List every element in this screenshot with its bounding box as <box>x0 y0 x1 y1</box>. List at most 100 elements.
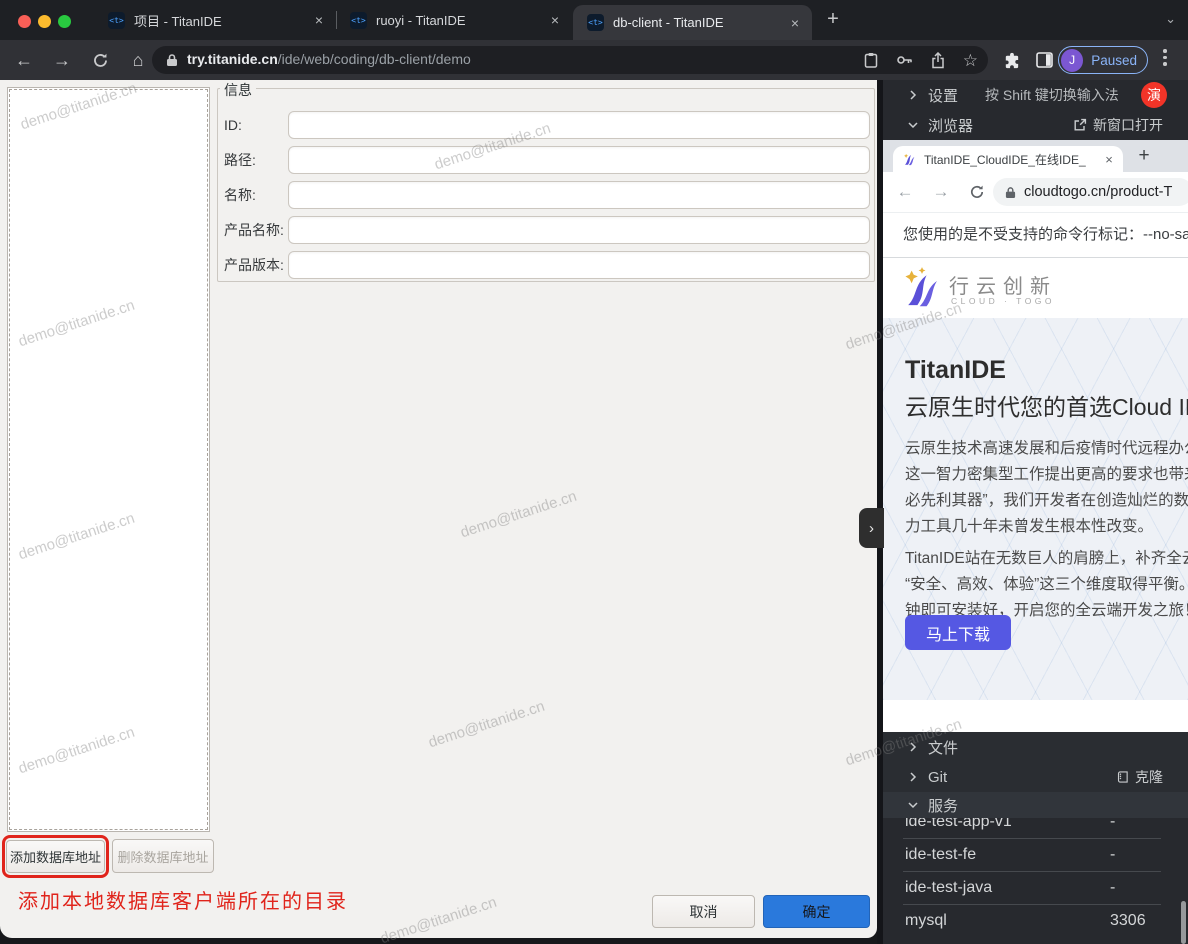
page-bottom-strip <box>883 700 1188 732</box>
page-subtitle: 云原生时代您的首选Cloud IDE <box>905 388 1188 422</box>
back-icon[interactable]: ← <box>891 172 919 212</box>
forward-icon[interactable]: → <box>927 172 955 212</box>
services-section-row[interactable]: 服务 <box>883 792 1188 818</box>
cloudtogo-logo <box>899 266 945 312</box>
repo-icon <box>1116 770 1129 784</box>
panel-scrollbar-thumb[interactable] <box>1181 901 1186 944</box>
maximize-window-button[interactable] <box>58 15 71 28</box>
url-host: try.titanide.cn <box>187 51 278 67</box>
tab-project[interactable]: <t> 项目 - TitanIDE × <box>96 0 334 40</box>
browser-tabstrip: <t> 项目 - TitanIDE × <t> ruoyi - TitanIDE… <box>0 0 1188 40</box>
id-input[interactable] <box>288 111 870 139</box>
tab-db-client-active[interactable]: <t> db-client - TitanIDE × <box>573 5 812 40</box>
download-button[interactable]: 马上下载 <box>905 615 1011 650</box>
chevron-right-icon <box>907 741 919 753</box>
cancel-button[interactable]: 取消 <box>652 895 755 928</box>
bookmark-star-icon[interactable]: ☆ <box>963 52 978 69</box>
delete-database-address-button[interactable]: 删除数据库地址 <box>112 839 214 873</box>
product-name-input[interactable] <box>288 216 870 244</box>
page-paragraph-2: TitanIDE站在无数巨人的肩膀上，补齐全云端开 “安全、高效、体验”这三个维… <box>905 546 1188 624</box>
lock-icon <box>1005 186 1016 199</box>
titanide-favicon: <t> <box>350 12 367 29</box>
product-version-input[interactable] <box>288 251 870 279</box>
brand-subtitle: CLOUD · TOGO <box>951 296 1055 306</box>
git-section-row[interactable]: Git 克隆 <box>883 762 1188 792</box>
db-client-window: 信息 ID: 路径: 名称: 产品名称: 产品版本: 添加数据库地址 <box>0 80 877 938</box>
page-title: TitanIDE <box>905 356 1006 385</box>
tab-title: 项目 - TitanIDE <box>134 11 310 30</box>
address-bar[interactable]: try.titanide.cn/ide/web/coding/db-client… <box>152 46 988 74</box>
embedded-tab[interactable]: TitanIDE_CloudIDE_在线IDE_ × <box>893 146 1123 172</box>
services-list: ide-test-app-v1 - ide-test-fe - ide-test… <box>883 806 1188 944</box>
ime-hint: 按 Shift 键切换输入法 <box>985 85 1119 105</box>
browser-menu-icon[interactable] <box>1161 49 1169 66</box>
titanide-favicon: <t> <box>587 14 604 31</box>
name-label: 名称: <box>224 181 256 209</box>
info-legend: 信息 <box>220 80 256 100</box>
profile-chip[interactable]: J Paused <box>1058 46 1148 74</box>
files-label: 文件 <box>928 737 958 758</box>
tab-ruoyi[interactable]: <t> ruoyi - TitanIDE × <box>340 0 570 40</box>
collapse-panel-handle[interactable]: › <box>859 508 884 548</box>
lock-icon <box>166 53 178 67</box>
embedded-new-tab-button[interactable]: + <box>1131 143 1157 169</box>
browser-toolbar: ← → ⌂ try.titanide.cn/ide/web/coding/db-… <box>0 40 1188 80</box>
tab-close-icon[interactable]: × <box>546 12 564 28</box>
tab-title: ruoyi - TitanIDE <box>376 13 546 28</box>
cloudtogo-favicon <box>902 152 917 167</box>
share-icon[interactable] <box>931 52 945 69</box>
git-clone-button[interactable]: 克隆 <box>1116 767 1163 787</box>
open-new-window-button[interactable]: 新窗口打开 <box>1073 115 1163 135</box>
database-address-list[interactable] <box>7 87 210 832</box>
profile-status: Paused <box>1091 53 1137 68</box>
reload-icon[interactable] <box>963 172 991 212</box>
cloudtogo-page: 行云创新 CLOUD · TOGO TitanIDE 云原生时代您的首选Clou… <box>883 258 1188 700</box>
id-label: ID: <box>224 111 242 139</box>
minimize-window-button[interactable] <box>38 15 51 28</box>
tab-close-icon[interactable]: × <box>786 15 804 31</box>
clipboard-icon[interactable] <box>864 52 878 68</box>
avatar: J <box>1061 49 1083 72</box>
files-section-row[interactable]: 文件 <box>883 732 1188 762</box>
info-fieldset: 信息 ID: 路径: 名称: 产品名称: 产品版本: <box>217 88 875 282</box>
reload-icon[interactable] <box>85 40 115 80</box>
tab-overview-chevron-icon[interactable]: ⌄ <box>1165 11 1176 27</box>
page-body: TitanIDE 云原生时代您的首选Cloud IDE 云原生技术高速发展和后疫… <box>883 318 1188 700</box>
tab-close-icon[interactable]: × <box>310 12 328 28</box>
services-label: 服务 <box>928 795 958 816</box>
side-panel-icon[interactable] <box>1029 40 1059 80</box>
new-tab-button[interactable]: + <box>821 8 845 32</box>
page-paragraph-1: 云原生技术高速发展和后疫情时代远程办公等新 这一智力密集型工作提出更高的要求也带… <box>905 436 1188 540</box>
annotation-highlight-rect <box>2 835 109 878</box>
embedded-tab-close-icon[interactable]: × <box>1101 152 1117 167</box>
extensions-puzzle-icon[interactable] <box>996 40 1026 80</box>
brand-name: 行云创新 <box>949 270 1057 299</box>
service-row[interactable]: ide-test-java - <box>883 872 1188 905</box>
embedded-tabstrip: TitanIDE_CloudIDE_在线IDE_ × + <box>883 140 1188 172</box>
embedded-toolbar: ← → cloudtogo.cn/product-T <box>883 172 1188 212</box>
home-icon[interactable]: ⌂ <box>123 40 153 80</box>
path-input[interactable] <box>288 146 870 174</box>
embedded-address-bar[interactable]: cloudtogo.cn/product-T <box>993 178 1188 206</box>
browser-section-row[interactable]: 浏览器 新窗口打开 <box>883 110 1188 140</box>
confirm-button[interactable]: 确定 <box>763 895 870 928</box>
service-row[interactable]: mysql 3306 <box>883 905 1188 938</box>
service-row[interactable]: ide-test-fe - <box>883 839 1188 872</box>
forward-icon[interactable]: → <box>47 40 77 80</box>
product-version-label: 产品版本: <box>224 251 284 279</box>
back-icon[interactable]: ← <box>9 40 39 80</box>
screen: <t> 项目 - TitanIDE × <t> ruoyi - TitanIDE… <box>0 0 1188 944</box>
key-icon[interactable] <box>896 52 913 68</box>
embedded-browser: TitanIDE_CloudIDE_在线IDE_ × + ← → cloudto… <box>883 140 1188 732</box>
path-label: 路径: <box>224 146 256 174</box>
unsupported-flag-warning: 您使用的是不受支持的命令行标记：--no-sand <box>883 212 1188 258</box>
tab-separator <box>336 11 337 29</box>
titanide-favicon: <t> <box>108 12 125 29</box>
close-window-button[interactable] <box>18 15 31 28</box>
annotation-note: 添加本地数据库客户端所在的目录 <box>18 885 348 914</box>
chevron-down-icon <box>907 119 919 131</box>
chevron-down-icon <box>907 799 919 811</box>
embedded-url: cloudtogo.cn/product-T <box>1024 184 1172 200</box>
demo-badge: 演 <box>1141 82 1167 108</box>
name-input[interactable] <box>288 181 870 209</box>
